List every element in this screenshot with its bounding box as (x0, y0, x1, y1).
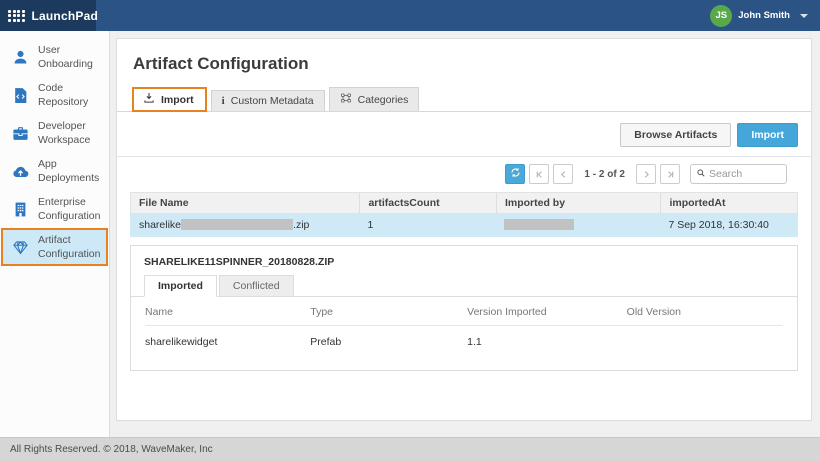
footer: All Rights Reserved. © 2018, WaveMaker, … (0, 437, 820, 461)
chevron-down-icon (800, 14, 808, 18)
sidebar-item-label: ArtifactConfiguration (38, 233, 100, 261)
main-content: Artifact Configuration Import i Custom M… (110, 31, 820, 437)
tab-imported[interactable]: Imported (144, 275, 217, 297)
sidebar-item-code-repository[interactable]: CodeRepository (1, 76, 108, 114)
redacted-text (504, 219, 574, 230)
page-title: Artifact Configuration (133, 54, 811, 74)
toolbar-row: 1 - 2 of 2 (117, 157, 811, 184)
topbar-right: JS John Smith (710, 0, 820, 31)
column-header-imported-by[interactable]: Imported by (496, 193, 661, 213)
apps-grid-icon (8, 10, 25, 22)
old-version-cell (627, 326, 783, 352)
artifact-name-cell: sharelikewidget (145, 326, 310, 352)
tab-bar: Import i Custom Metadata Categories (117, 87, 811, 112)
user-menu[interactable]: John Smith (738, 10, 808, 21)
column-header-type: Type (310, 297, 467, 325)
search-input[interactable] (709, 168, 781, 180)
tab-label: Import (161, 94, 194, 106)
tab-conflicted[interactable]: Conflicted (219, 275, 294, 296)
column-header-artifacts-count[interactable]: artifactsCount (359, 193, 496, 213)
sidebar-item-label: DeveloperWorkspace (38, 119, 90, 147)
user-name: John Smith (738, 10, 790, 21)
detail-table-row: sharelikewidget Prefab 1.1 (145, 326, 783, 352)
topbar: LaunchPad JS John Smith (0, 0, 820, 31)
search-icon (696, 165, 706, 183)
building-icon (11, 200, 29, 218)
brand-title: LaunchPad (32, 9, 98, 23)
version-imported-cell: 1.1 (467, 326, 627, 352)
column-header-name: Name (145, 297, 310, 325)
detail-panel: SHARELIKE11SPINNER_20180828.ZIP Imported… (130, 245, 798, 371)
table-header: File Name artifactsCount Imported by imp… (130, 192, 798, 214)
sidebar-item-developer-workspace[interactable]: DeveloperWorkspace (1, 114, 108, 152)
sidebar-item-enterprise-configuration[interactable]: EnterpriseConfiguration (1, 190, 108, 228)
sidebar-item-label: EnterpriseConfiguration (38, 195, 100, 223)
sidebar-item-app-deployments[interactable]: AppDeployments (1, 152, 108, 190)
refresh-button[interactable] (505, 164, 525, 184)
sidebar: UserOnboarding CodeRepository DeveloperW… (0, 31, 110, 437)
imported-at-cell: 7 Sep 2018, 16:30:40 (660, 214, 797, 236)
redacted-text (181, 219, 293, 230)
tab-import[interactable]: Import (132, 87, 207, 112)
search-box (690, 164, 787, 184)
import-button[interactable]: Import (737, 123, 798, 147)
avatar-initials: JS (715, 10, 727, 21)
last-page-button[interactable] (660, 164, 680, 184)
main-panel: Artifact Configuration Import i Custom M… (116, 38, 812, 421)
page-range: 1 - 2 of 2 (584, 169, 625, 180)
file-name-cell: sharelike.zip (131, 214, 359, 236)
tab-label: Categories (358, 94, 409, 106)
detail-tab-bar: Imported Conflicted (131, 275, 797, 297)
avatar[interactable]: JS (710, 5, 732, 27)
info-icon: i (222, 95, 225, 107)
detail-table-header: Name Type Version Imported Old Version (145, 297, 783, 326)
actions-row: Browse Artifacts Import (117, 112, 811, 147)
table-row[interactable]: sharelike.zip 1 7 Sep 2018, 16:30:40 (130, 214, 798, 237)
first-page-button[interactable] (529, 164, 549, 184)
sidebar-item-label: CodeRepository (38, 81, 88, 109)
code-file-icon (11, 86, 29, 104)
artifact-type-cell: Prefab (310, 326, 467, 352)
artifacts-table: File Name artifactsCount Imported by imp… (130, 192, 798, 237)
sidebar-item-user-onboarding[interactable]: UserOnboarding (1, 38, 108, 76)
brand[interactable]: LaunchPad (0, 0, 96, 31)
detail-title: SHARELIKE11SPINNER_20180828.ZIP (131, 246, 797, 275)
column-header-old-version: Old Version (627, 297, 783, 325)
column-header-version-imported: Version Imported (467, 297, 627, 325)
tab-categories[interactable]: Categories (329, 87, 420, 111)
refresh-icon (510, 165, 521, 183)
categories-icon (340, 92, 352, 107)
sidebar-item-label: AppDeployments (38, 157, 99, 185)
column-header-file-name[interactable]: File Name (131, 193, 359, 213)
browse-artifacts-button[interactable]: Browse Artifacts (620, 123, 731, 147)
next-page-button[interactable] (636, 164, 656, 184)
cloud-upload-icon (11, 162, 29, 180)
artifacts-count-cell: 1 (359, 214, 496, 236)
user-icon (11, 48, 29, 66)
download-icon (143, 92, 155, 107)
sidebar-item-artifact-configuration[interactable]: ArtifactConfiguration (1, 228, 108, 266)
sidebar-item-label: UserOnboarding (38, 43, 93, 71)
tab-label: Custom Metadata (231, 95, 314, 107)
column-header-imported-at[interactable]: importedAt (660, 193, 797, 213)
tab-custom-metadata[interactable]: i Custom Metadata (211, 90, 325, 111)
diamond-icon (11, 238, 29, 256)
briefcase-icon (11, 124, 29, 142)
prev-page-button[interactable] (553, 164, 573, 184)
imported-by-cell (496, 214, 661, 236)
